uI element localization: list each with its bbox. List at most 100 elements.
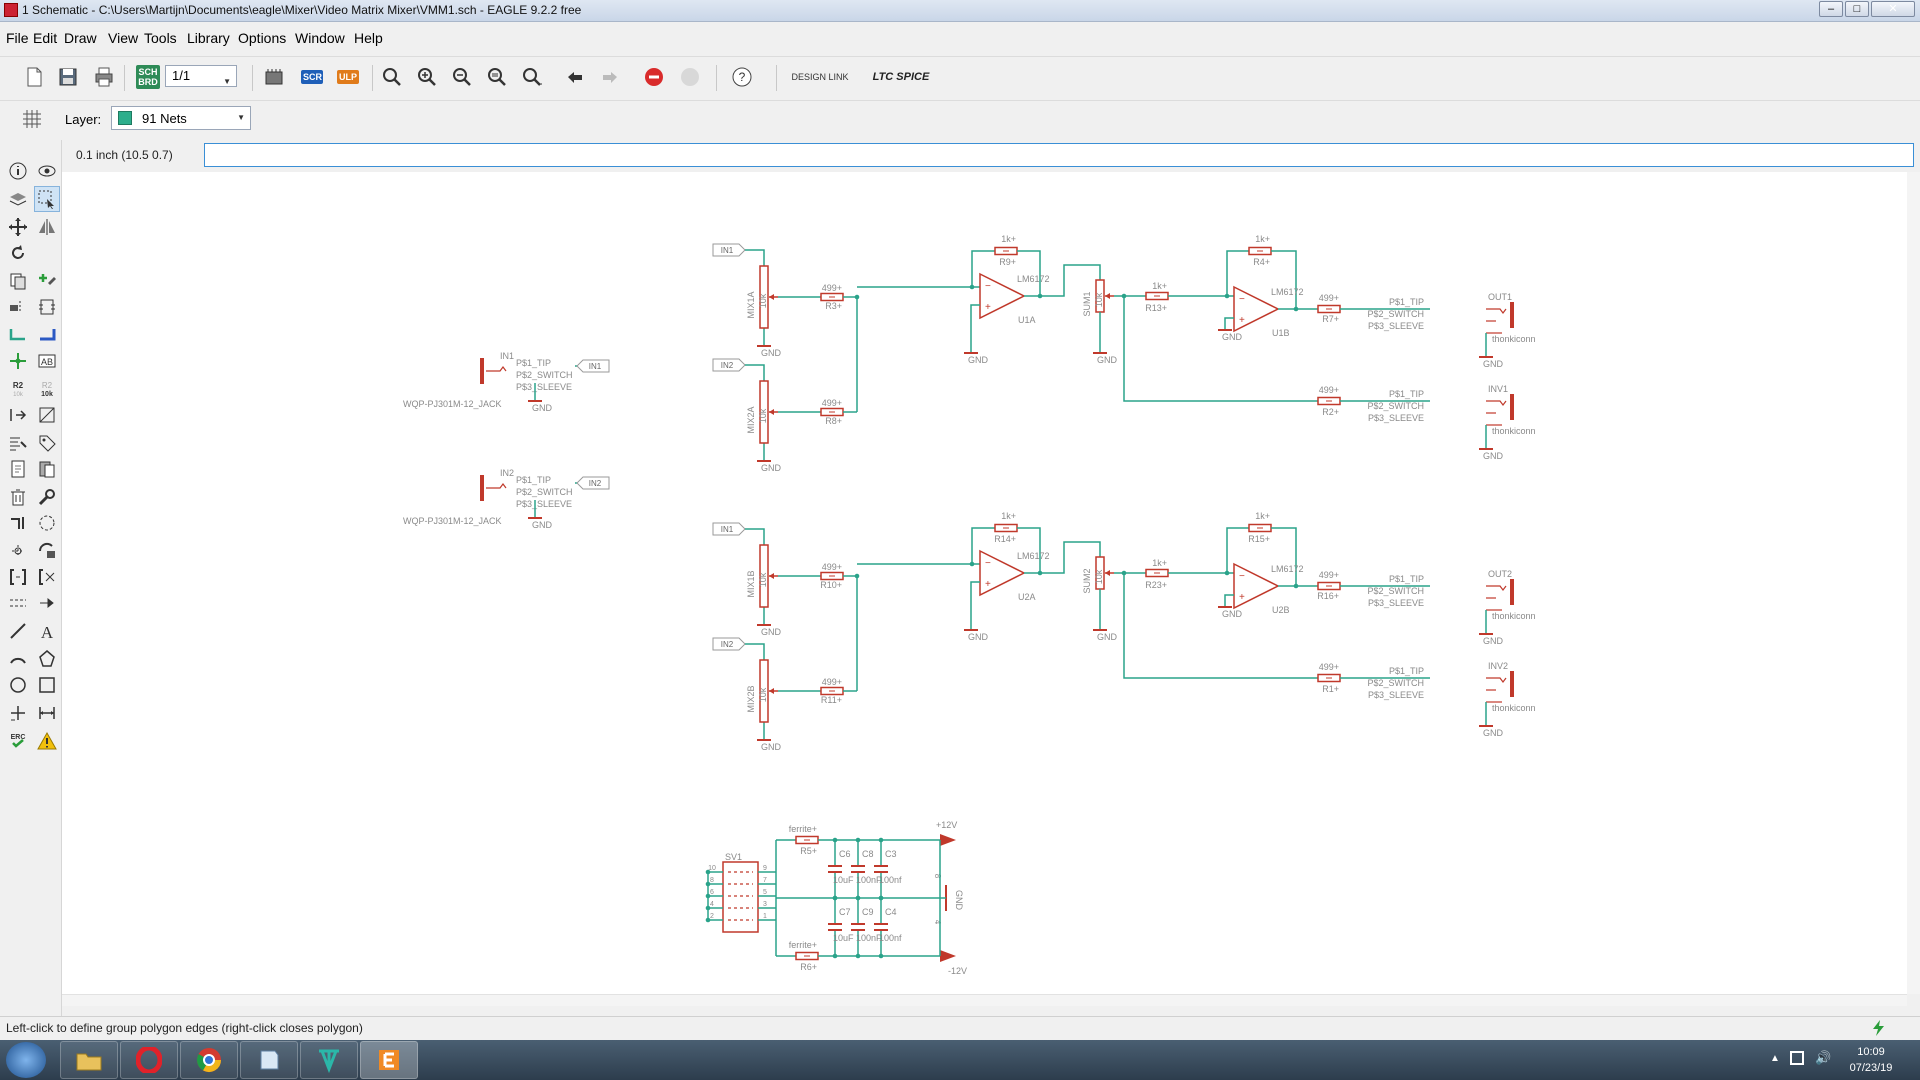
- design-link-icon[interactable]: DESIGN LINK: [790, 63, 850, 91]
- paste-copy-icon[interactable]: [5, 456, 31, 482]
- new-file-icon[interactable]: [20, 63, 48, 91]
- jack-IN2[interactable]: [480, 475, 484, 501]
- network-icon[interactable]: [1790, 1051, 1804, 1065]
- vertical-scrollbar[interactable]: [1907, 172, 1920, 994]
- dimension-icon[interactable]: [34, 700, 60, 726]
- wire-draw-icon[interactable]: [34, 402, 60, 428]
- net-wire[interactable]: [970, 581, 980, 630]
- net-wire[interactable]: [1224, 594, 1234, 607]
- zoom-fit-icon[interactable]: [378, 63, 406, 91]
- cut-icon[interactable]: [5, 294, 31, 320]
- add-part-icon[interactable]: [34, 268, 60, 294]
- paste-icon[interactable]: [34, 456, 60, 482]
- net-wire[interactable]: [1271, 250, 1297, 309]
- gateswap-icon[interactable]: [5, 590, 31, 616]
- warning-icon[interactable]: [34, 728, 60, 754]
- script-icon[interactable]: SCR: [298, 63, 326, 91]
- text-icon[interactable]: A: [34, 618, 60, 644]
- erc-icon[interactable]: ERC: [5, 728, 31, 754]
- jack-INV2[interactable]: [1510, 671, 1514, 697]
- zoom-out-icon[interactable]: [448, 63, 476, 91]
- miter-icon[interactable]: [34, 564, 60, 590]
- info-icon[interactable]: [5, 158, 31, 184]
- pinswap-icon[interactable]: [5, 402, 31, 428]
- net-wire[interactable]: [970, 304, 980, 353]
- print-icon[interactable]: [90, 63, 118, 91]
- horizontal-scrollbar[interactable]: [62, 994, 1907, 1006]
- zoom-redraw-icon[interactable]: [483, 63, 511, 91]
- layer-select[interactable]: 91 Nets ▼: [111, 106, 251, 130]
- arc-icon[interactable]: [5, 646, 31, 672]
- go-icon[interactable]: [676, 63, 704, 91]
- autodesk-taskbar-icon[interactable]: [300, 1041, 358, 1079]
- net-wire[interactable]: [745, 643, 765, 660]
- mirror-icon[interactable]: [34, 214, 60, 240]
- zoom-select-icon[interactable]: [518, 63, 546, 91]
- name-icon[interactable]: R2 10k: [5, 376, 31, 402]
- jack-OUT2[interactable]: [1510, 579, 1514, 605]
- bus-icon[interactable]: [34, 322, 60, 348]
- opera-taskbar-icon[interactable]: [120, 1041, 178, 1079]
- split-icon[interactable]: [5, 510, 31, 536]
- menu-help[interactable]: Help: [354, 30, 383, 46]
- lightning-icon[interactable]: [1870, 1019, 1888, 1040]
- show-icon[interactable]: [34, 158, 60, 184]
- replace-icon[interactable]: [34, 294, 60, 320]
- schematic-canvas[interactable]: IN1 P$1_TIP P$2_SWITCH P$3_SLEEVE IN1 GND WQP-…: [62, 172, 1907, 994]
- chrome-taskbar-icon[interactable]: [180, 1041, 238, 1079]
- copy-icon[interactable]: [5, 268, 31, 294]
- redo-icon[interactable]: [596, 63, 624, 91]
- net-wire[interactable]: [745, 249, 765, 266]
- jack-OUT1[interactable]: [1510, 302, 1514, 328]
- sheet-select[interactable]: 1/1 ▼: [165, 65, 237, 87]
- label-icon[interactable]: AB: [34, 348, 60, 374]
- minimize-button[interactable]: –: [1819, 1, 1843, 17]
- net-wire[interactable]: [1271, 527, 1297, 586]
- cam-processor-icon[interactable]: [260, 63, 288, 91]
- system-clock[interactable]: 10:09 07/23/19: [1836, 1044, 1906, 1076]
- polygon-icon[interactable]: [34, 646, 60, 672]
- sch-brd-switch-icon[interactable]: SCH BRD: [134, 63, 162, 91]
- schematic-drawing[interactable]: IN1P$1_TIPP$2_SWITCHP$3_SLEEVEIN1GNDWQP-…: [62, 172, 1907, 994]
- junction-icon[interactable]: [5, 348, 31, 374]
- menu-window[interactable]: Window: [295, 30, 345, 46]
- move-icon[interactable]: [5, 214, 31, 240]
- jack-IN1[interactable]: [480, 358, 484, 384]
- tray-arrow-icon[interactable]: ▲: [1770, 1053, 1780, 1064]
- smash-icon[interactable]: [5, 538, 31, 564]
- power-flag-neg[interactable]: [940, 950, 956, 962]
- explorer-taskbar-icon[interactable]: [60, 1041, 118, 1079]
- menu-view[interactable]: View: [108, 30, 138, 46]
- command-input[interactable]: [204, 143, 1914, 167]
- net-wire[interactable]: [1168, 571, 1228, 574]
- wrench-icon[interactable]: [34, 484, 60, 510]
- close-button[interactable]: ✕: [1871, 1, 1915, 17]
- net-wire[interactable]: [1168, 294, 1228, 297]
- optimize-icon[interactable]: [34, 510, 60, 536]
- menu-file[interactable]: File: [6, 30, 29, 46]
- value-icon[interactable]: R2 10k: [34, 376, 60, 402]
- net-icon[interactable]: [5, 322, 31, 348]
- line-icon[interactable]: [5, 618, 31, 644]
- menu-options[interactable]: Options: [238, 30, 286, 46]
- volume-icon[interactable]: 🔊: [1815, 1050, 1831, 1066]
- menu-tools[interactable]: Tools: [144, 30, 177, 46]
- maximize-button[interactable]: □: [1845, 1, 1869, 17]
- save-icon[interactable]: [54, 63, 82, 91]
- notes-taskbar-icon[interactable]: [240, 1041, 298, 1079]
- mark-icon[interactable]: [5, 700, 31, 726]
- net-wire[interactable]: [1224, 317, 1234, 330]
- net-wire[interactable]: [745, 528, 765, 545]
- menu-edit[interactable]: Edit: [33, 30, 57, 46]
- change-icon[interactable]: [34, 538, 60, 564]
- jack-INV1[interactable]: [1510, 394, 1514, 420]
- power-flag-pos[interactable]: [940, 834, 956, 846]
- grid-icon[interactable]: [18, 105, 46, 133]
- slice-icon[interactable]: [5, 564, 31, 590]
- zoom-in-icon[interactable]: [413, 63, 441, 91]
- stop-icon[interactable]: [640, 63, 668, 91]
- ltspice-icon[interactable]: LTC SPICE: [866, 63, 936, 91]
- circle-icon[interactable]: [5, 672, 31, 698]
- eagle-taskbar-icon[interactable]: [360, 1041, 418, 1079]
- start-button[interactable]: [6, 1042, 46, 1078]
